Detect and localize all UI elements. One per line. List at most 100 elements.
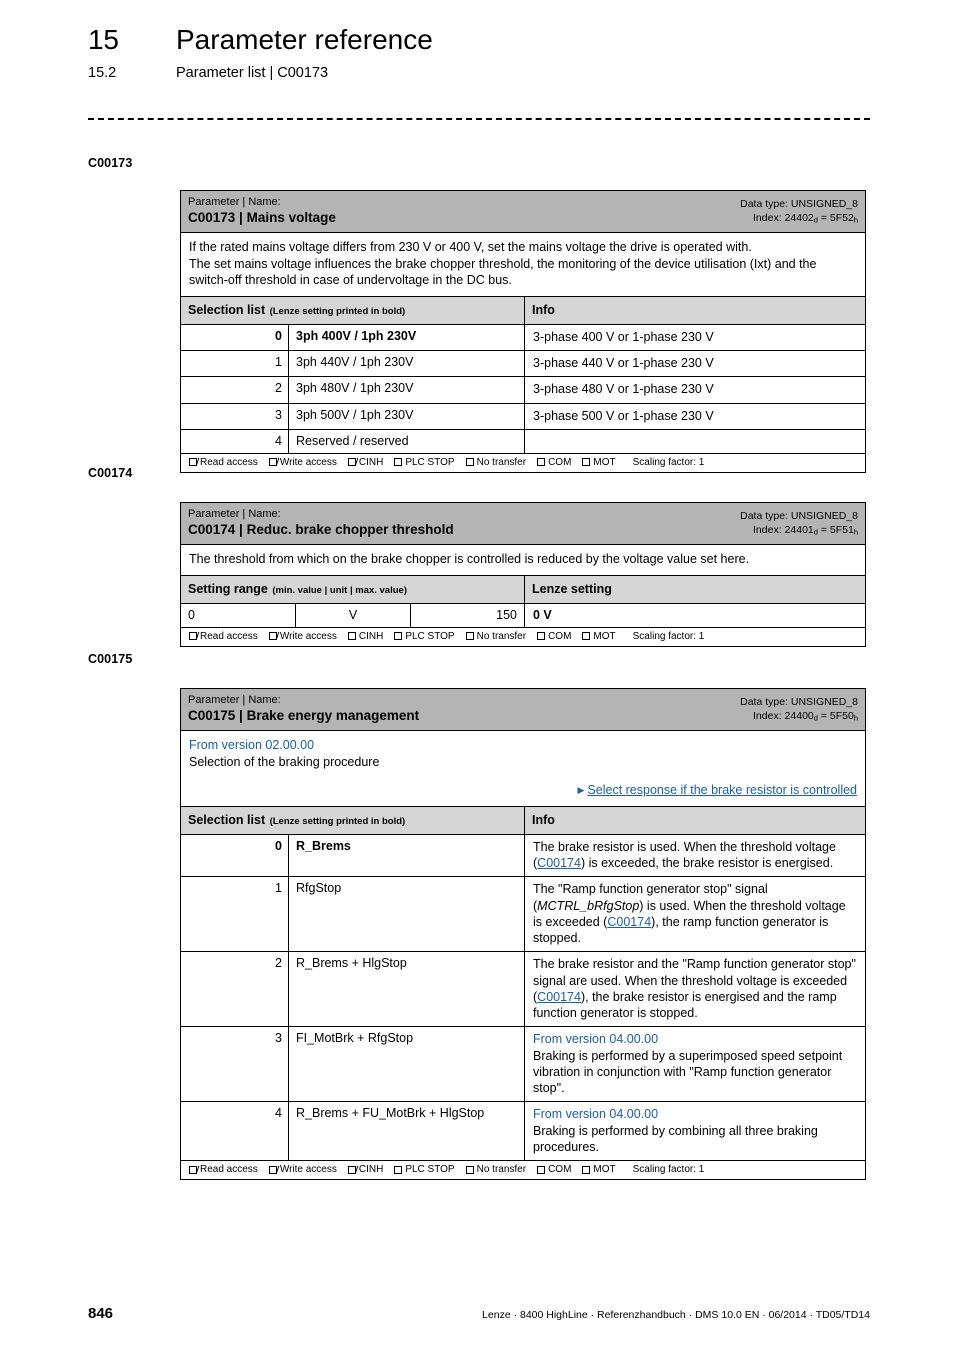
selection-index: 1 [181, 351, 289, 377]
parameter-header: Parameter | Name: C00174 | Reduc. brake … [181, 503, 865, 545]
scaling-factor: Scaling factor: 1 [632, 456, 705, 468]
unit-value: V [296, 603, 411, 627]
selection-info: 3-phase 480 V or 1-phase 230 V [533, 382, 714, 397]
scaling-factor: Scaling factor: 1 [632, 1164, 705, 1176]
info-text: Braking is performed by combining all th… [533, 1123, 818, 1154]
scaling-factor: Scaling factor: 1 [632, 630, 705, 642]
checkbox-unchecked-icon [347, 632, 356, 641]
data-type: Data type: UNSIGNED_8 [740, 198, 858, 210]
checkbox-checked-icon [268, 458, 277, 467]
checkbox-checked-icon [189, 1165, 197, 1174]
access-no-transfer: No transfer [465, 1164, 526, 1175]
table-row: 0 3ph 400V / 1ph 230V 3-phase 400 V or 1… [181, 324, 865, 352]
checkbox-checked-icon [268, 632, 277, 641]
selection-index: 4 [181, 429, 289, 453]
selection-list-title: Selection list [188, 302, 266, 317]
table-row: 1 RfgStop The "Ramp function generator s… [181, 877, 865, 953]
checkbox-checked-icon [189, 458, 197, 467]
table-row: 1 3ph 440V / 1ph 230V 3-phase 440 V or 1… [181, 351, 865, 378]
selection-name: FI_MotBrk + RfgStop [289, 1027, 525, 1102]
margin-label-c00175: C00175 [88, 652, 133, 666]
parameter-name-caption: Parameter | Name: [188, 196, 281, 208]
selection-index: 4 [181, 1102, 289, 1161]
selection-name: R_Brems + FU_MotBrk + HlgStop [289, 1102, 525, 1161]
index-value: Index: 24402d = 5F52h [753, 212, 858, 225]
info-text: Braking is performed by a superimposed s… [533, 1048, 843, 1096]
header-divider [88, 118, 870, 120]
selection-info: 3-phase 500 V or 1-phase 230 V [533, 408, 714, 423]
access-read: Read access [189, 631, 258, 642]
parameter-name-caption: Parameter | Name: [188, 508, 281, 520]
selection-info: 3-phase 440 V or 1-phase 230 V [533, 356, 714, 371]
access-mot: MOT [582, 631, 616, 642]
selection-index: 3 [181, 403, 289, 429]
table-row: 2 R_Brems + HlgStop The brake resistor a… [181, 952, 865, 1028]
checkbox-unchecked-icon [465, 1165, 474, 1174]
from-version-note: From version 02.00.00 [189, 737, 315, 752]
table-row: 4 R_Brems + FU_MotBrk + HlgStop From ver… [181, 1102, 865, 1162]
selection-list-column-header: Selection list (Lenze setting printed in… [181, 806, 865, 835]
selection-name: R_Brems + HlgStop [289, 952, 525, 1027]
selection-index: 0 [181, 324, 289, 351]
section-heading: 15.2 Parameter list | C00173 [88, 65, 878, 81]
selection-name: Reserved / reserved [289, 429, 525, 453]
checkbox-unchecked-icon [394, 1165, 403, 1174]
access-flags-row: Read access Write access CINH PLC STOP N… [181, 628, 865, 646]
selection-list-note: (Lenze setting printed in bold) [269, 815, 406, 827]
access-write: Write access [268, 631, 337, 642]
access-com: COM [537, 1164, 571, 1175]
access-read: Read access [189, 457, 258, 468]
page-number: 846 [88, 1305, 114, 1322]
table-row: 3 3ph 500V / 1ph 230V 3-phase 500 V or 1… [181, 403, 865, 430]
selection-name: R_Brems [289, 834, 525, 877]
lenze-setting-title: Lenze setting [532, 581, 612, 596]
page-footer: 846 Lenze · 8400 HighLine · Referenzhand… [88, 1305, 870, 1322]
checkbox-unchecked-icon [394, 458, 403, 467]
checkbox-checked-icon [347, 1165, 356, 1174]
table-row: 0 R_Brems The brake resistor is used. Wh… [181, 834, 865, 878]
selection-name: RfgStop [289, 877, 525, 952]
access-no-transfer: No transfer [465, 457, 526, 468]
document-page: 15 Parameter reference 15.2 Parameter li… [0, 0, 954, 1350]
selection-info: From version 04.00.00 Braking is perform… [525, 1102, 865, 1160]
checkbox-unchecked-icon [465, 632, 474, 641]
parameter-link-c00174[interactable]: C00174 [607, 915, 651, 929]
checkbox-unchecked-icon [394, 632, 403, 641]
description-line-1: The threshold from which on the brake ch… [189, 551, 750, 566]
description-line-1: If the rated mains voltage differs from … [189, 239, 752, 254]
chapter-heading: 15 Parameter reference [88, 24, 878, 56]
access-com: COM [537, 631, 571, 642]
parameter-description: If the rated mains voltage differs from … [181, 233, 865, 297]
checkbox-unchecked-icon [465, 458, 474, 467]
access-flags-row: Read access Write access CINH PLC STOP N… [181, 454, 865, 472]
index-value: Index: 24400d = 5F50h [753, 710, 858, 723]
setting-range-title: Setting range [188, 581, 268, 596]
selection-index: 2 [181, 377, 289, 403]
selection-info: 3-phase 400 V or 1-phase 230 V [533, 329, 714, 344]
checkbox-checked-icon [347, 458, 356, 467]
selection-name: 3ph 500V / 1ph 230V [289, 403, 525, 429]
info-column-title: Info [532, 812, 555, 827]
chapter-title: Parameter reference [176, 24, 433, 55]
section-title: Parameter list | C00173 [176, 65, 329, 81]
parameter-link-c00174[interactable]: C00174 [537, 990, 581, 1004]
parameter-header: Parameter | Name: C00173 | Mains voltage… [181, 191, 865, 233]
min-value: 0 [181, 603, 296, 627]
cross-reference-link[interactable]: Select response if the brake resistor is… [587, 783, 857, 797]
table-row: 2 3ph 480V / 1ph 230V 3-phase 480 V or 1… [181, 377, 865, 404]
parameter-header: Parameter | Name: C00175 | Brake energy … [181, 689, 865, 731]
selection-name: 3ph 480V / 1ph 230V [289, 377, 525, 403]
access-com: COM [537, 457, 571, 468]
checkbox-unchecked-icon [537, 458, 546, 467]
parameter-table-c00173: Parameter | Name: C00173 | Mains voltage… [180, 190, 866, 473]
selection-info: The brake resistor and the "Ramp functio… [533, 957, 856, 1021]
selection-name: 3ph 440V / 1ph 230V [289, 351, 525, 377]
access-mot: MOT [582, 1164, 616, 1175]
description-line-1: Selection of the braking procedure [189, 754, 380, 769]
access-no-transfer: No transfer [465, 631, 526, 642]
table-row: 3 FI_MotBrk + RfgStop From version 04.00… [181, 1027, 865, 1103]
parameter-link-c00174[interactable]: C00174 [537, 856, 581, 870]
parameter-description: The threshold from which on the brake ch… [181, 545, 865, 576]
parameter-title: C00174 | Reduc. brake chopper threshold [188, 521, 454, 537]
triangle-right-icon: ▶ [577, 784, 585, 795]
